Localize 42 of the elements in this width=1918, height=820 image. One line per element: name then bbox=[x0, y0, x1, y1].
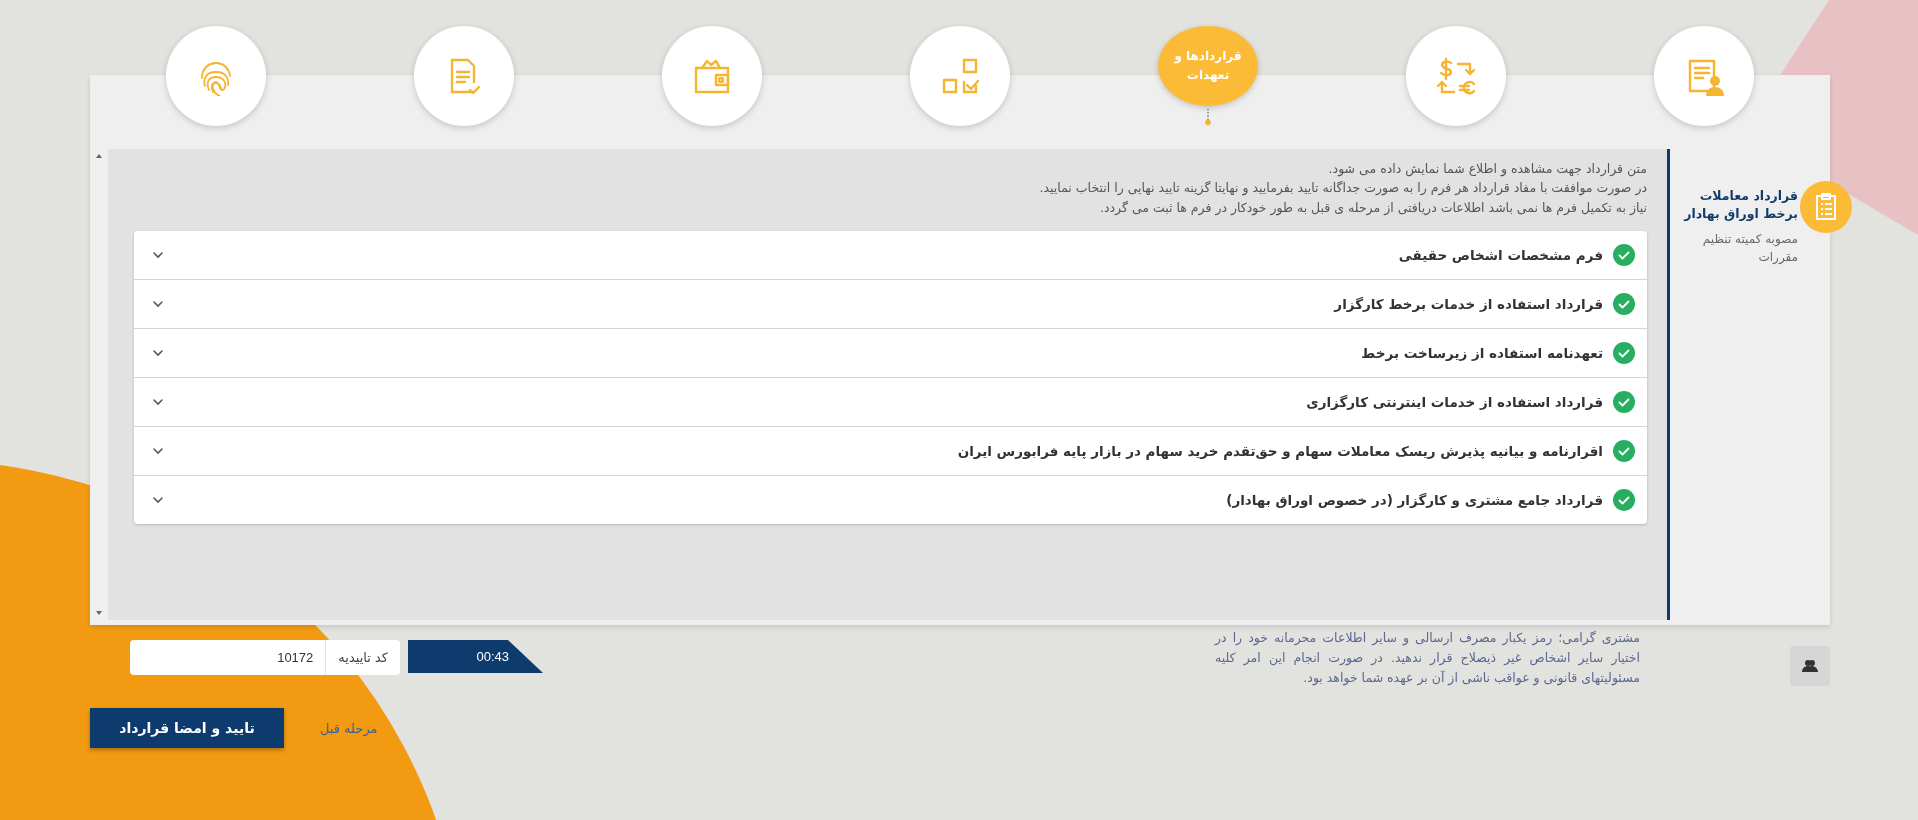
field-label: کد تاییدیه bbox=[325, 640, 400, 675]
step-circle[interactable] bbox=[910, 26, 1010, 126]
chevron-down-icon bbox=[152, 398, 164, 407]
contract-title: قرارداد استفاده از خدمات اینترنتی کارگزاری bbox=[1305, 394, 1603, 411]
sidebar-subtitle: مصوبه کمیته تنظیم مقررات bbox=[1701, 231, 1798, 266]
chevron-down-icon bbox=[152, 447, 164, 456]
currency-exchange-icon bbox=[1436, 56, 1476, 96]
step-circle[interactable] bbox=[662, 26, 762, 126]
warning-text: مشتری گرامی؛ رمز یکبار مصرف ارسالی و سایر اطلاعات محرمانه خود را در اختیار سایر اشخاص غیر ذیصلاح قرار ندهید. در صورت انجام این امر کلیه مسئولیتهای قانونی و عواقب ناشی از آن بر عهده شما خواهد بود. bbox=[1215, 629, 1640, 688]
chevron-down-icon bbox=[152, 496, 164, 505]
chevron-down-icon bbox=[152, 251, 164, 260]
contract-row[interactable]: قرارداد استفاده از خدمات برخط کارگزار bbox=[134, 280, 1647, 330]
users-icon bbox=[1802, 659, 1818, 673]
step-circle[interactable] bbox=[414, 26, 514, 126]
clipboard-icon bbox=[1800, 181, 1852, 233]
intro-text: در صورت موافقت با مفاد قرارداد هر فرم را به صورت جداگانه تایید بفرمایید و نهایتا گزینه تایید نهایی را انتخاب نمایید. bbox=[1038, 179, 1647, 198]
contract-title: قرارداد جامع مشتری و کارگزار (در خصوص اوراق بهادار) bbox=[1225, 492, 1603, 509]
step-circle[interactable] bbox=[1654, 26, 1754, 126]
sidebar-title: قرارداد معاملات برخط اوراق بهادار bbox=[1682, 187, 1798, 222]
step-circle[interactable] bbox=[1406, 26, 1506, 126]
scroll-down-icon[interactable] bbox=[95, 610, 103, 616]
contract-row[interactable]: قرارداد استفاده از خدمات اینترنتی کارگزاری bbox=[134, 378, 1647, 428]
contract-title: قرارداد استفاده از خدمات برخط کارگزار bbox=[1332, 296, 1603, 313]
contract-row[interactable]: قرارداد جامع مشتری و کارگزار (در خصوص اوراق بهادار) bbox=[134, 476, 1647, 525]
scroll-up-icon[interactable] bbox=[95, 153, 103, 159]
contract-title: فرم مشخصات اشخاص حقیقی bbox=[1397, 247, 1603, 264]
confirmation-code-field[interactable]: 10172 bbox=[130, 640, 326, 675]
contract-title: تعهدنامه استفاده از زیرساخت برخط bbox=[1360, 345, 1603, 362]
contract-row[interactable]: اقرارنامه و بیانیه پذیرش ریسک معاملات سهام و حق‌تقدم خرید سهام در بازار پایه فرابورس ایران bbox=[134, 427, 1647, 477]
intro-text: متن قرارداد جهت مشاهده و اطلاع شما نمایش داده می شود. bbox=[1327, 160, 1647, 179]
countdown-timer: 00:43 bbox=[408, 640, 543, 673]
step-circle[interactable] bbox=[166, 26, 266, 126]
intro-text: نیاز به تکمیل فرم ها نمی باشد اطلاعات دریافتی از مرحله ی قبل به طور خودکار در فرم ها ثبت می گردد. bbox=[1098, 198, 1647, 218]
step-indicator-icon bbox=[1204, 108, 1212, 126]
checklist-icon bbox=[940, 56, 980, 96]
contract-title: اقرارنامه و بیانیه پذیرش ریسک معاملات سهام و حق‌تقدم خرید سهام در بازار پایه فرابورس ایران bbox=[956, 443, 1603, 460]
contract-row[interactable]: فرم مشخصات اشخاص حقیقی bbox=[134, 231, 1647, 281]
user-button[interactable] bbox=[1790, 646, 1830, 686]
chevron-down-icon bbox=[152, 349, 164, 358]
contract-row[interactable]: تعهدنامه استفاده از زیرساخت برخط bbox=[134, 329, 1647, 379]
confirm-sign-button[interactable]: تایید و امضا قرارداد bbox=[90, 708, 284, 748]
chevron-down-icon bbox=[152, 300, 164, 309]
